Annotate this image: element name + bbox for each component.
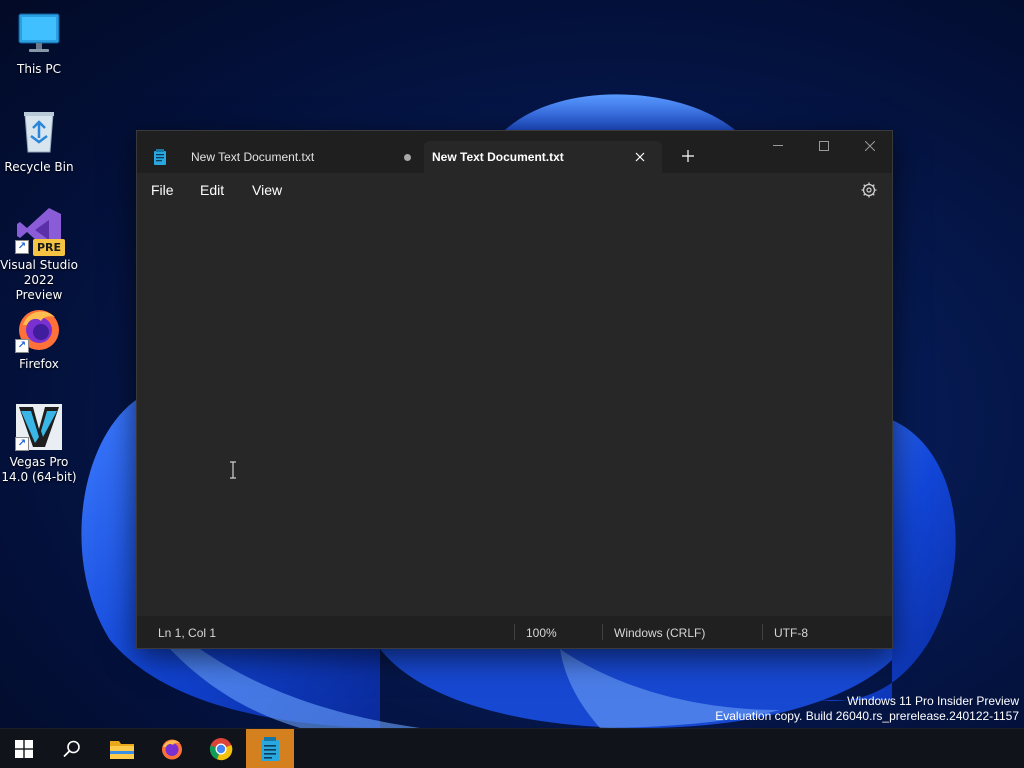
desktop-icon-label: This PC: [17, 62, 61, 76]
settings-button[interactable]: [860, 181, 878, 199]
minimize-icon: [773, 145, 783, 146]
unsaved-dot-icon: [404, 153, 411, 161]
menu-view[interactable]: View: [252, 182, 282, 198]
taskbar: [0, 728, 1024, 768]
search-icon: [63, 740, 80, 758]
notepad-icon: [261, 737, 279, 761]
firefox-icon: ↗: [15, 305, 63, 353]
desktop-icon-visual-studio[interactable]: PRE ↗ Visual Studio 2022 Preview: [0, 206, 78, 303]
cursor-position[interactable]: Ln 1, Col 1: [158, 626, 216, 640]
ibeam-cursor-icon: [230, 461, 236, 479]
taskbar-firefox[interactable]: [148, 729, 196, 768]
menu-file[interactable]: File: [151, 182, 174, 198]
vegas-pro-icon: ↗: [15, 403, 63, 451]
desktop-icon-label: Firefox: [19, 357, 59, 371]
status-divider: [762, 624, 763, 640]
firefox-icon: [162, 739, 182, 760]
tab-inactive[interactable]: New Text Document.txt: [145, 141, 423, 173]
encoding[interactable]: UTF-8: [774, 626, 808, 640]
new-tab-button[interactable]: [677, 145, 699, 167]
desktop-icon-vegas-pro[interactable]: ↗ Vegas Pro 14.0 (64-bit): [0, 403, 78, 485]
menu-bar: File Edit View: [137, 173, 892, 207]
notepad-icon: [153, 149, 167, 165]
watermark-line2: Evaluation copy. Build 26040.rs_prerelea…: [715, 709, 1019, 723]
desktop-icon-label: Recycle Bin: [4, 160, 74, 174]
status-bar: Ln 1, Col 1 100% Windows (CRLF) UTF-8: [137, 616, 892, 648]
shortcut-arrow-icon: ↗: [15, 437, 29, 451]
visual-studio-icon: PRE ↗: [15, 206, 65, 256]
notepad-window[interactable]: New Text Document.txt New Text Document.…: [136, 130, 893, 649]
desktop-icon-this-pc[interactable]: This PC: [0, 10, 78, 77]
shortcut-arrow-icon: ↗: [15, 339, 29, 353]
chrome-icon: [209, 738, 233, 761]
desktop-icon-label: 14.0 (64-bit): [1, 470, 77, 484]
title-bar[interactable]: New Text Document.txt New Text Document.…: [137, 131, 892, 173]
zoom-level[interactable]: 100%: [526, 626, 557, 640]
status-divider: [602, 624, 603, 640]
tab-label: New Text Document.txt: [191, 150, 315, 164]
file-explorer-icon: [110, 741, 134, 759]
maximize-button[interactable]: [801, 131, 847, 161]
watermark-line1: Windows 11 Pro Insider Preview: [847, 694, 1019, 708]
tab-label: New Text Document.txt: [432, 150, 564, 164]
tab-active[interactable]: New Text Document.txt: [424, 141, 662, 173]
recycle-bin-icon: [15, 108, 63, 156]
taskbar-notepad[interactable]: [246, 729, 294, 768]
gear-icon: [861, 182, 877, 198]
monitor-icon: [15, 10, 63, 58]
close-tab-icon[interactable]: [632, 149, 648, 165]
desktop-icon-label: 2022 Preview: [15, 273, 63, 302]
close-icon: [865, 141, 875, 151]
status-divider: [514, 624, 515, 640]
pre-badge: PRE: [32, 239, 65, 256]
evaluation-watermark: Windows 11 Pro Insider Preview Evaluatio…: [715, 694, 1019, 724]
search-button[interactable]: [48, 729, 96, 768]
desktop-icon-label: Vegas Pro: [9, 455, 69, 469]
desktop-icon-label: Visual Studio: [0, 258, 78, 272]
line-ending[interactable]: Windows (CRLF): [614, 626, 705, 640]
taskbar-file-explorer[interactable]: [98, 729, 146, 768]
desktop-icon-recycle-bin[interactable]: Recycle Bin: [0, 108, 78, 175]
menu-edit[interactable]: Edit: [200, 182, 224, 198]
start-icon: [15, 740, 33, 758]
minimize-button[interactable]: [755, 131, 801, 161]
desktop-icon-firefox[interactable]: ↗ Firefox: [0, 305, 78, 372]
start-button[interactable]: [0, 729, 48, 768]
taskbar-chrome[interactable]: [197, 729, 245, 768]
shortcut-arrow-icon: ↗: [15, 240, 29, 254]
close-window-button[interactable]: [847, 131, 893, 161]
text-editor[interactable]: [137, 207, 892, 617]
maximize-icon: [819, 141, 829, 151]
plus-icon: [682, 150, 694, 162]
